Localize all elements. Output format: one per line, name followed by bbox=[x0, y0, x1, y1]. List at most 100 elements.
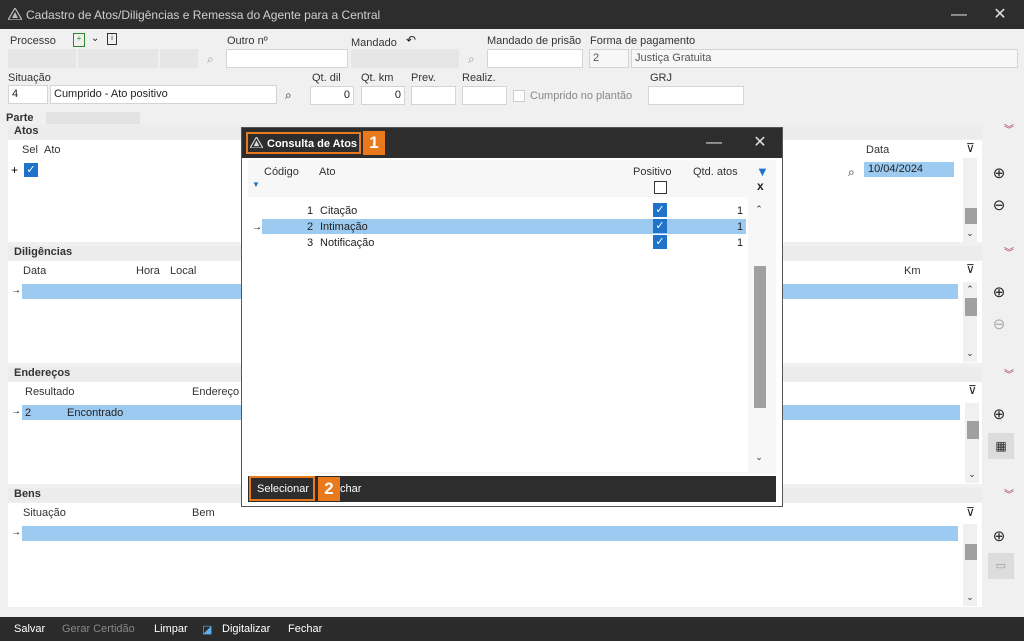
dialog-title: Consulta de Atos bbox=[267, 138, 358, 150]
processo-part2[interactable] bbox=[78, 49, 158, 68]
mandado-search-icon[interactable]: ⌕ bbox=[468, 53, 480, 65]
limpar-button[interactable]: Limpar bbox=[154, 623, 188, 635]
end-scroll-thumb[interactable] bbox=[967, 421, 979, 439]
atos-collapse-icon[interactable]: ︾ bbox=[1002, 126, 1016, 138]
situacao-desc[interactable]: Cumprido - Ato positivo bbox=[50, 85, 277, 104]
gerar-certidao-button[interactable]: Gerar Certidão bbox=[62, 623, 135, 635]
qt-dil-input[interactable]: 0 bbox=[310, 86, 354, 105]
prev-input[interactable] bbox=[411, 86, 456, 105]
dlg-row2-codigo: 2 bbox=[307, 221, 314, 233]
dlg-row2-qtd: 1 bbox=[737, 221, 744, 233]
bens-scroll-down[interactable]: ⌄ bbox=[963, 592, 977, 603]
dil-scroll-thumb[interactable] bbox=[965, 298, 977, 316]
atos-row-check[interactable]: ✓ bbox=[24, 163, 38, 177]
realiz-input[interactable] bbox=[462, 86, 507, 105]
atos-scrollbar[interactable]: ⌄ bbox=[963, 158, 977, 242]
atos-date-search-icon[interactable]: ⌕ bbox=[848, 166, 860, 178]
chevron-down-icon[interactable]: ⌄ bbox=[91, 33, 99, 44]
dlg-col-codigo: Código bbox=[264, 166, 299, 178]
realiz-label: Realiz. bbox=[462, 72, 496, 84]
bens-collapse-icon[interactable]: ︾ bbox=[1002, 491, 1016, 503]
situacao-code[interactable]: 4 bbox=[8, 85, 48, 104]
atos-row-plus[interactable]: + bbox=[11, 163, 18, 177]
dlg-scrollbar[interactable]: ⌃ ⌄ bbox=[752, 202, 766, 468]
dlg-row-filter-icon[interactable]: ▼ bbox=[252, 180, 260, 189]
forma-pagamento-desc[interactable]: Justiça Gratuita bbox=[631, 49, 1018, 68]
fechar-button[interactable]: Fechar bbox=[288, 623, 322, 635]
dialog-fechar-button[interactable]: char bbox=[340, 483, 361, 495]
atos-scroll-down[interactable]: ⌄ bbox=[963, 228, 977, 239]
atos-remove-icon[interactable]: ⊖ bbox=[990, 197, 1008, 215]
outro-input[interactable] bbox=[226, 49, 348, 68]
end-add-icon[interactable]: ⊕ bbox=[990, 406, 1008, 424]
dil-scrollbar[interactable]: ⌃ ⌄ bbox=[963, 282, 977, 362]
dlg-scroll-down[interactable]: ⌄ bbox=[752, 452, 766, 463]
selecionar-button[interactable]: Selecionar bbox=[257, 483, 309, 495]
dil-scroll-down[interactable]: ⌄ bbox=[963, 348, 977, 359]
atos-col-sel: Sel bbox=[22, 144, 38, 156]
prev-label: Prev. bbox=[411, 72, 436, 84]
grj-input[interactable] bbox=[648, 86, 744, 105]
dlg-scroll-thumb[interactable] bbox=[754, 266, 766, 408]
dlg-clear-filter-icon[interactable]: x bbox=[757, 179, 764, 193]
bens-add-icon[interactable]: ⊕ bbox=[990, 528, 1008, 546]
minimize-button[interactable]: — bbox=[949, 5, 969, 25]
processo-part1[interactable] bbox=[8, 49, 76, 68]
dlg-row3-ato[interactable]: Notificação bbox=[320, 237, 374, 249]
bens-selected-row[interactable] bbox=[22, 526, 958, 541]
bens-filter-icon[interactable]: ⊽ bbox=[966, 505, 975, 519]
salvar-button[interactable]: Salvar bbox=[14, 623, 45, 635]
situacao-search-icon[interactable]: ⌕ bbox=[285, 89, 297, 101]
close-button[interactable]: ✕ bbox=[990, 5, 1010, 25]
dil-collapse-icon[interactable]: ︾ bbox=[1002, 249, 1016, 261]
end-filter-icon[interactable]: ⊽ bbox=[968, 383, 977, 397]
mandado-input[interactable] bbox=[351, 49, 459, 68]
atos-row-data[interactable]: 10/04/2024 bbox=[864, 162, 954, 177]
cumprido-plantao-checkbox[interactable] bbox=[513, 90, 525, 102]
cumprido-plantao-label: Cumprido no plantão bbox=[530, 90, 633, 102]
dlg-row1-ato[interactable]: Citação bbox=[320, 205, 357, 217]
undo-icon[interactable]: ↶ bbox=[406, 33, 416, 47]
atos-scroll-thumb[interactable] bbox=[965, 208, 977, 224]
bens-scrollbar[interactable]: ⌄ bbox=[963, 524, 977, 606]
new-doc-icon[interactable]: + bbox=[73, 33, 85, 47]
dil-col-hora: Hora bbox=[136, 265, 160, 277]
dlg-row2-ato[interactable]: Intimação bbox=[320, 221, 368, 233]
end-map-icon[interactable]: ▦ bbox=[988, 433, 1014, 459]
dil-col-local: Local bbox=[170, 265, 197, 277]
end-col-resultado: Resultado bbox=[25, 386, 75, 398]
processo-search-icon[interactable]: ⌕ bbox=[207, 53, 219, 65]
atos-col-ato: Ato bbox=[44, 144, 61, 156]
qt-km-label: Qt. km bbox=[361, 72, 394, 84]
dialog-minimize-button[interactable]: — bbox=[704, 133, 724, 153]
title-bar: Cadastro de Atos/Diligências e Remessa d… bbox=[0, 0, 1024, 29]
end-scrollbar[interactable]: ⌄ bbox=[965, 403, 979, 483]
end-scroll-down[interactable]: ⌄ bbox=[965, 469, 979, 480]
dlg-filter-icon[interactable]: ▼ bbox=[756, 164, 769, 179]
digitalizar-button[interactable]: Digitalizar bbox=[222, 623, 270, 635]
bens-grid bbox=[8, 503, 982, 607]
atos-filter-icon[interactable]: ⊽ bbox=[966, 141, 975, 155]
mandado-prisao-input[interactable] bbox=[487, 49, 583, 68]
end-collapse-icon[interactable]: ︾ bbox=[1002, 371, 1016, 383]
atos-add-icon[interactable]: ⊕ bbox=[990, 165, 1008, 183]
dlg-positivo-filter-checkbox[interactable] bbox=[654, 181, 667, 194]
bens-scroll-thumb[interactable] bbox=[965, 544, 977, 560]
dialog-close-button[interactable]: ✕ bbox=[750, 133, 770, 153]
dil-row-arrow: → bbox=[11, 285, 21, 296]
bens-edit-icon[interactable]: ▭ bbox=[988, 553, 1014, 579]
dlg-scroll-up[interactable]: ⌃ bbox=[752, 204, 766, 215]
info-icon[interactable]: i bbox=[107, 33, 117, 45]
dil-scroll-up[interactable]: ⌃ bbox=[963, 284, 977, 295]
dlg-row3-positivo[interactable]: ✓ bbox=[653, 235, 667, 249]
dil-filter-icon[interactable]: ⊽ bbox=[966, 262, 975, 276]
dil-add-icon[interactable]: ⊕ bbox=[990, 284, 1008, 302]
app-logo-icon bbox=[8, 8, 22, 20]
qt-km-input[interactable]: 0 bbox=[361, 86, 405, 105]
forma-pagamento-code[interactable]: 2 bbox=[589, 49, 629, 68]
dlg-row2-positivo[interactable]: ✓ bbox=[653, 219, 667, 233]
dlg-row1-codigo: 1 bbox=[307, 205, 314, 217]
dil-remove-icon[interactable]: ⊖ bbox=[990, 316, 1008, 334]
dlg-row1-positivo[interactable]: ✓ bbox=[653, 203, 667, 217]
processo-part3[interactable] bbox=[160, 49, 198, 68]
